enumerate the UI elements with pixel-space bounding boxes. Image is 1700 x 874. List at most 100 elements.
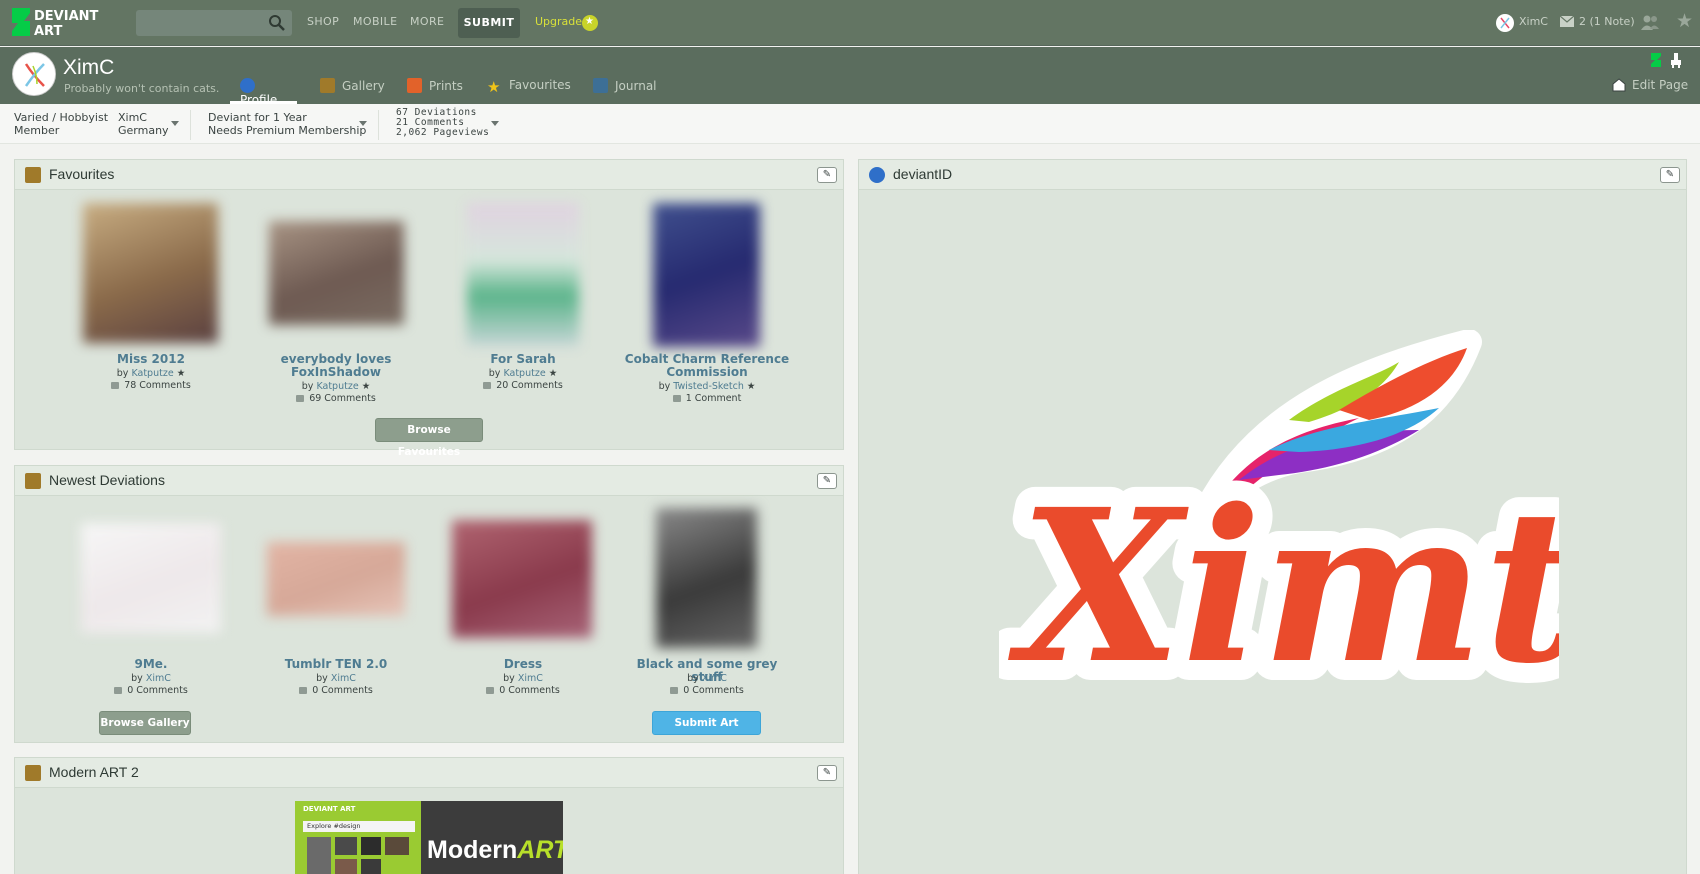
newest-deviations-panel: Newest Deviations ✎ 9Me. by XimC 0 Comme…: [14, 465, 844, 743]
comment-count[interactable]: 0 Comments: [621, 685, 793, 696]
llama-icon[interactable]: [1668, 52, 1684, 68]
svg-text:ART: ART: [34, 24, 62, 38]
deviantart-logo[interactable]: DEVIANT ART: [12, 8, 120, 38]
tab-prints[interactable]: Prints: [407, 73, 463, 104]
chevron-down-icon[interactable]: [359, 121, 367, 126]
deviation-author: by Katputze ★: [247, 381, 425, 392]
thumbnail[interactable]: [83, 203, 218, 343]
author-link[interactable]: Katputze: [131, 368, 173, 379]
deviation-title[interactable]: For Sarah: [443, 353, 603, 366]
edit-pencil-icon[interactable]: ✎: [817, 167, 837, 183]
info-icon: [869, 167, 885, 183]
search-icon[interactable]: [268, 14, 286, 32]
submit-art-button[interactable]: Submit Art: [652, 711, 761, 735]
ximts-text: Ximts: [1008, 463, 1559, 710]
comment-count[interactable]: 0 Comments: [247, 685, 425, 696]
panel-header: deviantID ✎: [859, 160, 1686, 190]
deviation-stats[interactable]: 67 Deviations 21 Comments 2,062 Pageview…: [396, 108, 489, 138]
tab-prints-label: Prints: [429, 79, 463, 93]
gallery-icon: [320, 78, 335, 93]
thumbnail[interactable]: [467, 203, 579, 346]
tab-favourites[interactable]: ★ Favourites: [487, 73, 571, 104]
mail-icon[interactable]: [1560, 16, 1574, 27]
notifications-count[interactable]: 2 (1 Note): [1579, 15, 1635, 28]
member-type: Varied / Hobbyist Member: [14, 111, 108, 137]
edit-pencil-icon[interactable]: ✎: [817, 765, 837, 781]
tab-profile[interactable]: Profile: [230, 73, 297, 107]
upgrade-link[interactable]: Upgrade: [535, 15, 582, 28]
thumbnail[interactable]: [452, 520, 592, 638]
author-link[interactable]: Twisted-Sketch: [673, 381, 744, 392]
user-location[interactable]: XimC Germany: [118, 111, 169, 137]
panel-title: deviantID: [893, 166, 953, 182]
deviantart-mark-icon[interactable]: [1648, 52, 1664, 68]
author-link[interactable]: XimC: [518, 673, 543, 684]
thumbnail[interactable]: [267, 542, 405, 616]
friends-icon[interactable]: [1640, 14, 1660, 30]
deviation-author: by Katputze ★: [71, 368, 231, 379]
favourites-panel: Favourites ✎ Miss 2012 by Katputze ★ 78 …: [14, 159, 844, 458]
deviation-title[interactable]: Miss 2012: [71, 353, 231, 366]
home-icon[interactable]: [1612, 78, 1626, 92]
nav-mobile[interactable]: MOBILE: [353, 15, 397, 28]
submit-button[interactable]: SUBMIT: [458, 8, 520, 38]
comment-count[interactable]: 0 Comments: [443, 685, 603, 696]
profile-avatar[interactable]: [12, 52, 56, 96]
preview-title-text: Modern: [427, 836, 518, 864]
edit-page-link[interactable]: Edit Page: [1632, 78, 1688, 92]
thumbnail[interactable]: [269, 221, 404, 325]
panel-header: Favourites ✎: [15, 160, 843, 190]
star-icon: ★: [548, 368, 558, 379]
chevron-down-icon[interactable]: [171, 121, 179, 126]
tab-journal[interactable]: Journal: [593, 73, 657, 104]
star-icon: ★: [487, 78, 501, 96]
comment-count[interactable]: 78 Comments: [71, 380, 231, 391]
browse-gallery-button[interactable]: Browse Gallery: [99, 711, 191, 735]
author-link[interactable]: Katputze: [503, 368, 545, 379]
deviant-age[interactable]: Deviant for 1 Year Needs Premium Members…: [208, 111, 366, 137]
edit-pencil-icon[interactable]: ✎: [817, 473, 837, 489]
author-link[interactable]: XimC: [146, 673, 171, 684]
by-label: by: [301, 381, 314, 392]
thumbnail[interactable]: [653, 203, 760, 347]
comment-count[interactable]: 69 Comments: [247, 393, 425, 404]
svg-text:DEVIANT: DEVIANT: [34, 9, 99, 24]
author-link[interactable]: XimC: [702, 673, 727, 684]
stats-membership: Needs Premium Membership: [208, 124, 367, 137]
nav-more[interactable]: MORE: [410, 15, 444, 28]
nav-shop[interactable]: SHOP: [307, 15, 339, 28]
edit-pencil-icon[interactable]: ✎: [1660, 167, 1680, 183]
comment-count[interactable]: 1 Comment: [621, 393, 793, 404]
by-label: by: [316, 673, 328, 684]
chevron-down-icon[interactable]: [491, 121, 499, 126]
author-link[interactable]: Katputze: [316, 381, 358, 392]
by-label: by: [488, 368, 501, 379]
user-avatar-small[interactable]: [1496, 14, 1514, 32]
thumbnail[interactable]: [656, 508, 757, 648]
user-menu[interactable]: XimC: [1519, 15, 1548, 28]
comment-count[interactable]: 0 Comments: [71, 685, 231, 696]
deviation-title[interactable]: Cobalt Charm Reference Commission: [621, 353, 793, 379]
search-input[interactable]: [136, 10, 292, 36]
deviation-author: by XimC: [247, 673, 425, 684]
ximts-logo[interactable]: Ximts Ximts: [999, 330, 1559, 750]
star-icon: ★: [746, 381, 756, 392]
by-label: by: [503, 673, 515, 684]
modern-art-preview[interactable]: DEVIANT ART Explore #design ModernART: [295, 801, 563, 874]
watch-star-icon[interactable]: ★: [1676, 10, 1693, 32]
thumbnail[interactable]: [81, 523, 221, 633]
preview-search: Explore #design: [303, 821, 415, 832]
deviation-title[interactable]: everybody loves FoxInShadow: [247, 353, 425, 379]
deviation-title[interactable]: 9Me.: [71, 658, 231, 671]
by-label: by: [116, 368, 129, 379]
deviation-title[interactable]: Dress: [443, 658, 603, 671]
deviation-title[interactable]: Tumblr TEN 2.0: [247, 658, 425, 671]
upgrade-star-icon[interactable]: [582, 15, 598, 31]
tab-gallery[interactable]: Gallery: [320, 73, 385, 104]
comment-count[interactable]: 20 Comments: [443, 380, 603, 391]
author-link[interactable]: XimC: [331, 673, 356, 684]
profile-username[interactable]: XimC: [63, 56, 114, 80]
browse-favourites-button[interactable]: Browse Favourites: [375, 418, 483, 458]
preview-title: ModernART: [427, 836, 563, 865]
stats-name: XimC: [118, 111, 147, 124]
